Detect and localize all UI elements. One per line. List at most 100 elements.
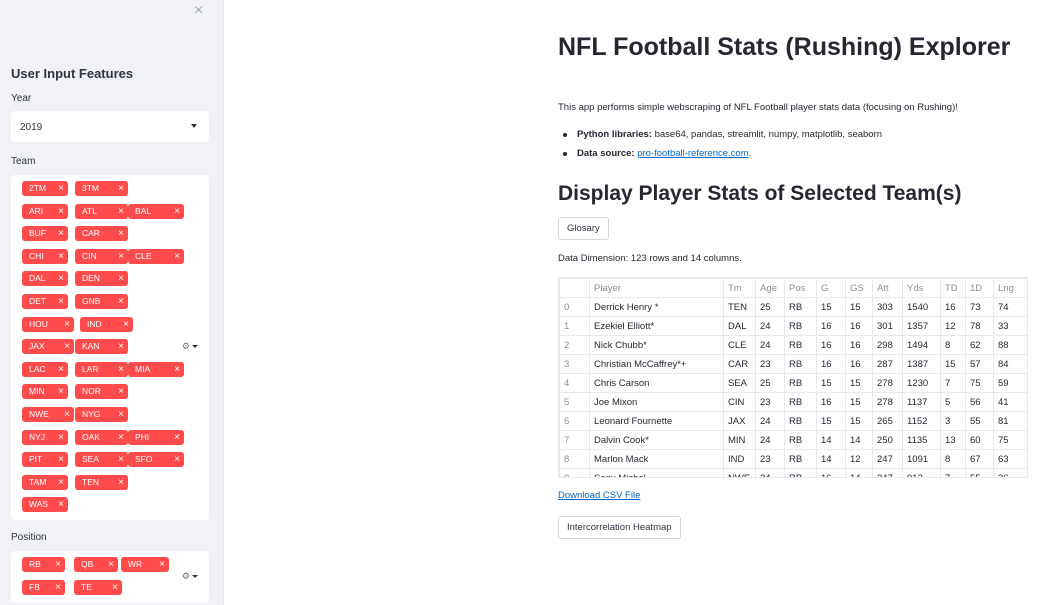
team-tag-den[interactable]: DEN × — [75, 271, 128, 287]
close-icon[interactable]: × — [118, 475, 124, 490]
team-tag-car[interactable]: CAR × — [75, 226, 128, 242]
year-select[interactable]: 2019 — [11, 111, 209, 142]
multiselect-controls[interactable]: ⚙ — [182, 341, 198, 352]
close-icon[interactable]: × — [58, 226, 64, 241]
close-icon[interactable]: × — [118, 362, 124, 377]
team-tag-tam[interactable]: TAM × — [22, 474, 68, 490]
column-header[interactable] — [559, 278, 590, 298]
close-icon[interactable]: × — [55, 580, 61, 595]
close-icon[interactable]: × — [118, 181, 124, 196]
close-icon[interactable]: × — [118, 271, 124, 286]
team-tag-nwe[interactable]: NWE × — [22, 407, 74, 422]
column-header[interactable]: G — [816, 278, 846, 298]
column-header[interactable]: GS — [845, 278, 873, 298]
team-tag-was[interactable]: WAS × — [22, 497, 68, 513]
team-tag-nyg[interactable]: NYG × — [75, 407, 128, 422]
close-icon[interactable]: × — [58, 430, 64, 445]
team-tag-3tm[interactable]: 3TM × — [75, 181, 128, 196]
column-header[interactable]: Att — [872, 278, 903, 298]
team-tag-ten[interactable]: TEN × — [75, 474, 128, 490]
column-header[interactable]: Player — [589, 278, 724, 298]
team-tag-bal[interactable]: BAL × — [128, 203, 184, 219]
close-icon[interactable]: × — [58, 204, 64, 219]
team-tag-chi[interactable]: CHI × — [22, 248, 68, 264]
team-tag-nyj[interactable]: NYJ × — [22, 429, 68, 445]
column-header[interactable]: Age — [755, 278, 785, 298]
close-icon[interactable]: × — [112, 580, 118, 595]
close-icon[interactable]: × — [174, 452, 180, 467]
close-icon[interactable]: × — [108, 557, 114, 572]
team-tag-ind[interactable]: IND × — [80, 316, 133, 332]
close-icon[interactable]: × — [58, 181, 64, 196]
close-icon[interactable]: × — [58, 294, 64, 309]
column-header[interactable]: 1D — [965, 278, 994, 298]
team-tag-kan[interactable]: KAN × — [75, 339, 128, 355]
close-icon[interactable]: × — [55, 557, 61, 572]
heatmap-button[interactable]: Intercorrelation Heatmap — [558, 516, 681, 539]
dataframe-table[interactable]: Player Tm Age Pos G GS Att Yds TD 1D Lng… — [558, 277, 1028, 478]
close-icon[interactable]: × — [58, 384, 64, 399]
team-tag-cin[interactable]: CIN × — [75, 248, 128, 264]
close-icon[interactable]: × — [64, 317, 70, 332]
multiselect-controls[interactable]: ⚙ — [182, 571, 198, 582]
team-tag-ari[interactable]: ARI × — [22, 203, 68, 219]
position-multiselect[interactable]: ⚙ RB × QB × WR × FB × TE × — [11, 551, 209, 603]
position-tag-te[interactable]: TE × — [74, 579, 122, 595]
close-icon[interactable]: × — [58, 249, 64, 264]
team-tag-jax[interactable]: JAX × — [22, 339, 74, 355]
close-icon[interactable]: × — [123, 317, 129, 332]
team-tag-oak[interactable]: OAK × — [75, 429, 128, 445]
team-tag-dal[interactable]: DAL × — [22, 271, 68, 287]
team-tag-lac[interactable]: LAC × — [22, 361, 68, 377]
close-icon[interactable]: × — [118, 384, 124, 399]
close-icon[interactable]: × — [58, 497, 64, 512]
close-icon[interactable]: × — [174, 249, 180, 264]
position-tag-rb[interactable]: RB × — [22, 557, 65, 572]
team-tag-atl[interactable]: ATL × — [75, 203, 128, 219]
team-tag-mia[interactable]: MIA × — [128, 361, 184, 377]
column-header[interactable]: Lng — [993, 278, 1027, 298]
team-multiselect[interactable]: ⚙ 2TM × 3TM × ARI × ATL × BAL × BUF × CAR × CHI × CIN × CL… — [11, 175, 209, 520]
team-tag-min[interactable]: MIN × — [22, 384, 68, 400]
download-csv-link[interactable]: Download CSV File — [558, 490, 640, 501]
close-icon[interactable]: × — [118, 430, 124, 445]
close-icon[interactable]: × — [64, 407, 70, 422]
team-tag-det[interactable]: DET × — [22, 294, 68, 309]
glossary-button[interactable]: Glosary — [558, 217, 609, 240]
team-tag-pit[interactable]: PIT × — [22, 452, 68, 468]
close-icon[interactable]: × — [159, 557, 165, 572]
team-tag-sfo[interactable]: SFO × — [128, 452, 184, 468]
team-tag-gnb[interactable]: GNB × — [75, 294, 128, 309]
position-tag-qb[interactable]: QB × — [74, 557, 118, 572]
position-tag-wr[interactable]: WR × — [121, 557, 169, 572]
team-tag-nor[interactable]: NOR × — [75, 384, 128, 400]
team-tag-sea[interactable]: SEA × — [75, 452, 128, 468]
close-icon[interactable]: × — [118, 339, 124, 354]
column-header[interactable]: Yds — [902, 278, 941, 298]
close-icon[interactable]: × — [58, 362, 64, 377]
position-tag-fb[interactable]: FB × — [22, 579, 65, 595]
close-icon[interactable]: × — [174, 362, 180, 377]
team-tag-lar[interactable]: LAR × — [75, 361, 128, 377]
column-header[interactable]: Pos — [784, 278, 817, 298]
team-tag-cle[interactable]: CLE × — [128, 248, 184, 264]
team-tag-2tm[interactable]: 2TM × — [22, 181, 68, 196]
close-icon[interactable]: × — [58, 452, 64, 467]
close-sidebar-icon[interactable]: × — [194, 3, 203, 19]
close-icon[interactable]: × — [118, 249, 124, 264]
close-icon[interactable]: × — [174, 204, 180, 219]
close-icon[interactable]: × — [174, 430, 180, 445]
close-icon[interactable]: × — [118, 452, 124, 467]
close-icon[interactable]: × — [58, 475, 64, 490]
team-tag-hou[interactable]: HOU × — [22, 316, 74, 332]
team-tag-buf[interactable]: BUF × — [22, 226, 68, 242]
close-icon[interactable]: × — [58, 271, 64, 286]
close-icon[interactable]: × — [118, 294, 124, 309]
team-tag-phi[interactable]: PHI × — [128, 429, 184, 445]
close-icon[interactable]: × — [118, 407, 124, 422]
close-icon[interactable]: × — [118, 204, 124, 219]
column-header[interactable]: TD — [940, 278, 966, 298]
close-icon[interactable]: × — [64, 339, 70, 354]
close-icon[interactable]: × — [118, 226, 124, 241]
column-header[interactable]: Tm — [723, 278, 756, 298]
